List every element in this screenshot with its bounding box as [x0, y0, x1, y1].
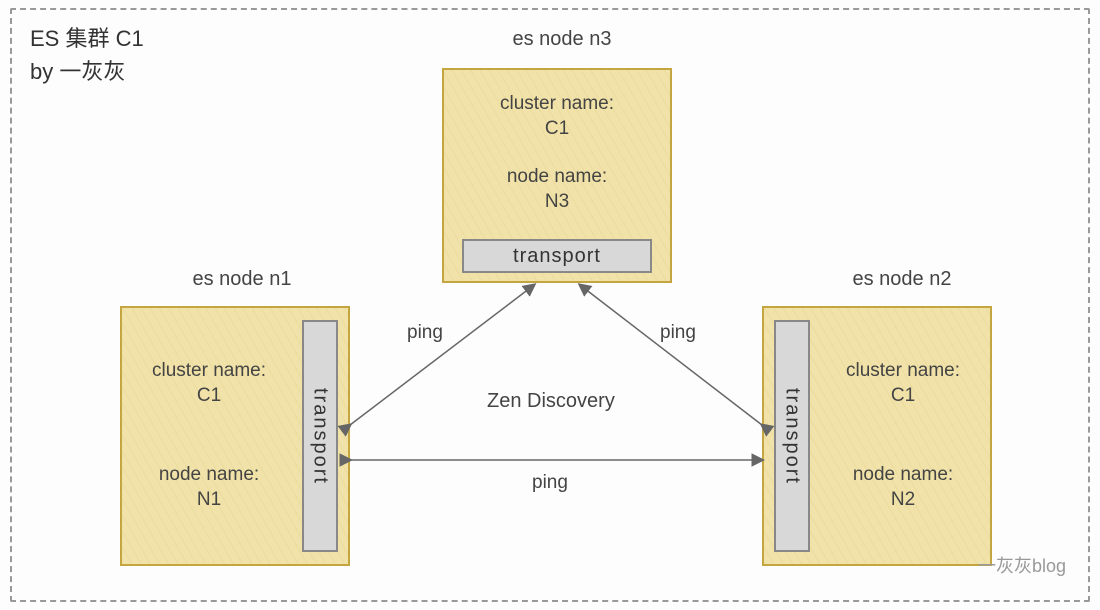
title-line-2: by 一灰灰: [30, 55, 144, 88]
node-n1-label: es node n1: [162, 268, 322, 291]
node-n2-label: es node n2: [822, 268, 982, 291]
node-n3-cluster-label: cluster name:: [444, 92, 670, 117]
node-n2-cluster-label: cluster name:: [828, 359, 978, 384]
title-line-1: ES 集群 C1: [30, 22, 144, 55]
node-n3-label: es node n3: [482, 28, 642, 51]
edge-n1-n2-label: ping: [532, 472, 568, 494]
node-n1-cluster-label: cluster name:: [134, 359, 284, 384]
node-n3-box: cluster name: C1 node name: N3 transport: [442, 68, 672, 283]
node-n1-name-label: node name:: [134, 463, 284, 488]
diagram-container: ES 集群 C1 by 一灰灰 es node n3 cluster name:…: [10, 8, 1090, 602]
node-n2-transport: transport: [774, 320, 810, 552]
node-n2-name-label: node name:: [828, 463, 978, 488]
node-n1-box: cluster name: C1 node name: N1 transport: [120, 306, 350, 566]
node-n2-name-value: N2: [828, 488, 978, 513]
watermark: 一灰灰blog: [978, 552, 1066, 578]
node-n1-cluster-value: C1: [134, 384, 284, 409]
node-n3-transport: transport: [462, 239, 652, 273]
node-n1-transport: transport: [302, 320, 338, 552]
node-n2-box: cluster name: C1 node name: N2 transport: [762, 306, 992, 566]
node-n3-cluster-value: C1: [444, 117, 670, 142]
node-n1-name-value: N1: [134, 488, 284, 513]
center-label: Zen Discovery: [487, 390, 615, 413]
node-n3-name-label: node name:: [444, 165, 670, 190]
node-n3-name-value: N3: [444, 190, 670, 215]
edge-n2-n3-label: ping: [660, 322, 696, 344]
node-n2-cluster-value: C1: [828, 384, 978, 409]
edge-n1-n3-label: ping: [407, 322, 443, 344]
title-block: ES 集群 C1 by 一灰灰: [30, 22, 144, 88]
